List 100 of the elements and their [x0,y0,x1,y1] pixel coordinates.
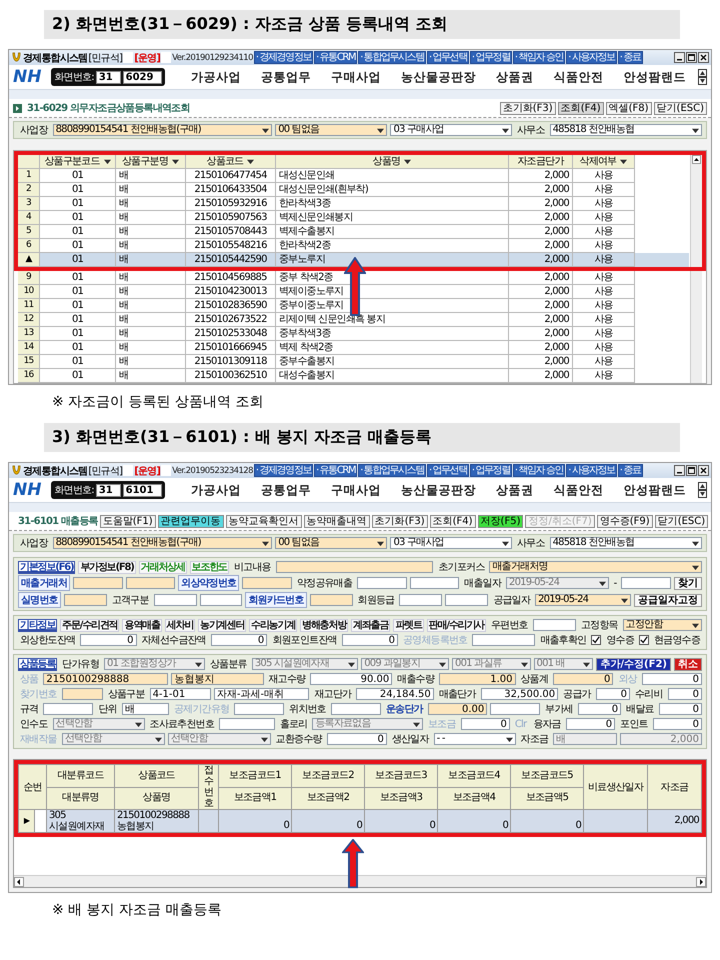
input-field[interactable]: 0.00 [428,703,488,715]
input-field[interactable] [445,594,488,606]
tab[interactable]: 계좌출금 [351,618,390,632]
input-field[interactable]: 배 [122,703,169,715]
tab[interactable]: 상품등록 [18,658,58,670]
dropdown-field[interactable]: 00 팀없음 [275,537,388,549]
input-field[interactable]: 0 [642,673,702,685]
input-field[interactable] [399,594,442,606]
form-button[interactable]: 추가/수정(F2) [596,658,671,670]
tab[interactable]: 기타정보 [18,618,58,632]
tab[interactable]: 주문/수리견적 [60,618,120,632]
dropdown-field[interactable]: 485818 천안배농협 [550,124,702,136]
scroll-arrows-icon[interactable] [698,482,707,498]
menu-link[interactable]: · 경제경영정보 [254,51,314,64]
input-field[interactable] [310,594,353,606]
menu-link[interactable]: · 사용자정보 [566,51,617,64]
input-field[interactable] [43,703,94,715]
input-field[interactable]: 자재-과세-매취 [214,688,310,700]
table-row[interactable]: ▲ 01 배 2150105442590 중부노루지 2,000 사용 [18,253,689,267]
input-field[interactable]: 0 [553,673,614,685]
menu-item[interactable]: 공통업무 [259,482,314,498]
menu-item[interactable]: 상품권 [494,482,536,498]
input-field[interactable] [357,577,407,589]
column-header[interactable]: 상품명 [276,155,509,169]
input-field[interactable] [490,703,540,715]
toolbar-button[interactable]: 농약교육확인서 [226,514,302,528]
column-header[interactable]: 상품코드 [186,155,276,169]
checkbox[interactable] [638,635,649,645]
tab[interactable]: 보조한도 [190,560,229,574]
minimize-button[interactable] [674,465,685,476]
screen-group-field[interactable]: 31 [96,484,121,496]
input-field[interactable] [330,703,381,715]
toolbar-button[interactable]: 초기화(F3) [372,514,428,528]
input-field[interactable]: 0 [658,703,702,715]
input-field[interactable]: 0 [596,688,630,700]
menu-link[interactable]: · 종료 [618,464,643,477]
tab[interactable]: 거래처상세 [138,560,187,574]
input-field[interactable]: 1.00 [439,673,516,685]
dropdown-field[interactable]: 8808990154541 천안배농협(구매) [52,124,272,136]
toolbar-button[interactable]: 조회(F4) [558,102,604,114]
menu-link[interactable]: · 업무선택 [426,51,469,64]
dropdown-field[interactable]: 03 구매사업 [390,124,512,136]
menu-link[interactable]: · 경제경영정보 [254,464,314,477]
tab[interactable]: 파렛트 [393,618,424,632]
minimize-button[interactable] [674,52,685,63]
input-field[interactable]: 0 [326,733,387,745]
menu-item[interactable]: 농산물공판장 [399,68,478,86]
screen-number-field[interactable]: 6029 [122,70,162,84]
input-field[interactable]: 0 [652,718,702,730]
input-field[interactable] [73,577,123,589]
menu-item[interactable]: 구매사업 [329,68,384,86]
form-button[interactable]: 찾기 [674,576,702,590]
input-field[interactable] [621,577,671,589]
tab[interactable]: 수리농기계 [249,618,298,632]
menu-link[interactable]: · 사용자정보 [566,464,617,477]
tab[interactable]: 세차비 [164,618,196,632]
toolbar-button[interactable]: 조회(F4) [430,514,476,528]
input-field[interactable]: 0 [566,718,616,730]
input-field[interactable] [126,577,176,589]
scrollbar[interactable] [690,155,702,383]
input-field[interactable] [219,718,275,730]
table-row[interactable]: ▶ 305 시설원예자재 2150100298888 농협봉지 0 0 0 0 0 2,000 [18,810,702,832]
input-field[interactable]: 0 [460,718,510,730]
tab[interactable]: 농기계센터 [198,618,246,632]
toolbar-button[interactable]: 관련업무이동 [158,514,224,528]
close-button[interactable] [698,465,709,476]
scrollbar[interactable] [14,875,706,887]
scroll-right-icon[interactable] [696,876,706,886]
field-link[interactable]: 운송단가 [384,702,425,716]
menu-item[interactable]: 가공사업 [189,68,244,86]
menu-item[interactable]: 식품안전 [552,68,606,86]
menu-link[interactable]: · 업무정렬 [470,464,512,477]
close-button[interactable] [698,52,709,63]
menu-item[interactable]: 농산물공판장 [399,482,478,498]
menu-item[interactable]: 안성팜랜드 [621,482,688,498]
scroll-left-icon[interactable] [14,876,24,886]
input-field[interactable]: 32,500.00 [480,688,558,700]
menu-link[interactable]: · 책임자 승인 [512,464,566,477]
dropdown-field[interactable]: 8808990154541 천안배농협(구매) [52,537,272,549]
input-field[interactable] [200,594,242,606]
maximize-button[interactable] [686,465,697,476]
toolbar-button[interactable]: 농약매출내역 [304,514,370,528]
form-button[interactable]: 공급일자고정 [634,594,702,606]
input-field[interactable] [532,619,576,631]
menu-item[interactable]: 가공사업 [189,482,244,498]
toolbar-button[interactable]: 도움말(F1) [100,514,156,528]
input-field[interactable]: 24,184.50 [356,688,434,700]
scroll-arrows-icon[interactable] [698,69,707,85]
menu-item[interactable]: 식품안전 [552,482,606,498]
input-field[interactable] [410,577,460,589]
dropdown-field[interactable]: 매출거래처명 [489,561,702,573]
tab[interactable]: 기본정보(F6) [18,560,76,574]
tab[interactable]: 판매/수리기사 [426,618,486,632]
menu-link[interactable]: · 업무선택 [426,464,469,477]
input-field[interactable] [276,561,434,573]
maximize-button[interactable] [686,52,697,63]
dropdown-field[interactable]: - - [434,733,516,745]
menu-item[interactable]: 공통업무 [259,68,314,86]
menu-link[interactable]: · 유통CRM [314,51,358,64]
menu-link[interactable]: · 유통CRM [314,464,358,477]
